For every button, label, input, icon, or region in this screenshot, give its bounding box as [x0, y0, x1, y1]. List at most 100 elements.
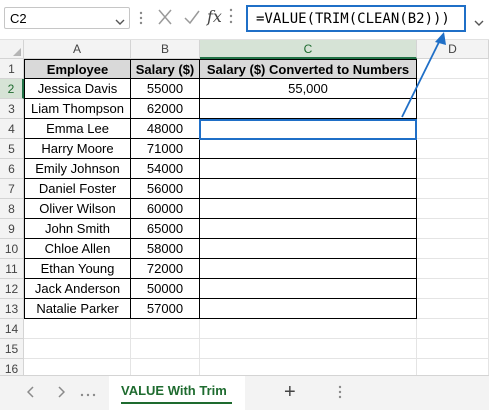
row-header[interactable]: 14: [0, 319, 24, 339]
table-cell[interactable]: Natalie Parker: [24, 299, 131, 319]
empty-cell[interactable]: [417, 339, 489, 359]
empty-cell[interactable]: [417, 99, 489, 119]
empty-cell[interactable]: [417, 119, 489, 139]
chevron-down-icon[interactable]: [115, 13, 125, 31]
empty-cell[interactable]: [417, 199, 489, 219]
table-cell[interactable]: [200, 159, 417, 179]
column-header-a[interactable]: A: [24, 40, 131, 59]
empty-cell[interactable]: [417, 139, 489, 159]
empty-cell[interactable]: [131, 339, 200, 359]
table-cell[interactable]: 58000: [131, 239, 200, 259]
table-cell[interactable]: Liam Thompson: [24, 99, 131, 119]
table-cell[interactable]: Daniel Foster: [24, 179, 131, 199]
insert-function-icon[interactable]: fx: [207, 7, 222, 26]
row-header[interactable]: 1: [0, 59, 24, 79]
table-cell[interactable]: [200, 199, 417, 219]
sheet-tab-bar: VALUE With Trim +: [0, 375, 489, 410]
cancel-icon[interactable]: [157, 8, 173, 31]
table-cell[interactable]: 55,000: [200, 79, 417, 99]
sheet-tab-label: VALUE With Trim: [121, 383, 227, 398]
table-cell[interactable]: 71000: [131, 139, 200, 159]
table-cell[interactable]: [200, 119, 417, 139]
empty-cell[interactable]: [417, 79, 489, 99]
table-cell[interactable]: [200, 99, 417, 119]
table-cell[interactable]: 62000: [131, 99, 200, 119]
table-cell[interactable]: 60000: [131, 199, 200, 219]
enter-check-icon[interactable]: [183, 8, 201, 31]
row-header[interactable]: 3: [0, 99, 24, 119]
empty-cell[interactable]: [417, 59, 489, 79]
row-header[interactable]: 4: [0, 119, 24, 139]
table-cell[interactable]: [200, 299, 417, 319]
column-header-b[interactable]: B: [131, 40, 200, 59]
table-header-cell[interactable]: Salary ($): [131, 59, 200, 79]
empty-cell[interactable]: [417, 319, 489, 339]
empty-cell[interactable]: [417, 299, 489, 319]
table-cell[interactable]: [200, 239, 417, 259]
table-cell[interactable]: [200, 179, 417, 199]
row-header[interactable]: 9: [0, 219, 24, 239]
more-horizontal-icon[interactable]: [80, 384, 96, 400]
empty-cell[interactable]: [417, 239, 489, 259]
row-header[interactable]: 6: [0, 159, 24, 179]
table-cell[interactable]: [200, 259, 417, 279]
table-cell[interactable]: 72000: [131, 259, 200, 279]
row-header[interactable]: 5: [0, 139, 24, 159]
row-header[interactable]: 12: [0, 279, 24, 299]
table-header-cell[interactable]: Employee: [24, 59, 131, 79]
table-cell[interactable]: [200, 139, 417, 159]
expand-formula-bar-icon[interactable]: [474, 14, 484, 32]
table-cell[interactable]: 54000: [131, 159, 200, 179]
empty-cell[interactable]: [417, 279, 489, 299]
sheet-tab-active[interactable]: VALUE With Trim: [109, 376, 245, 410]
empty-cell[interactable]: [417, 179, 489, 199]
row-header[interactable]: 7: [0, 179, 24, 199]
empty-cell[interactable]: [131, 319, 200, 339]
add-sheet-button[interactable]: +: [284, 381, 296, 404]
row-header[interactable]: 10: [0, 239, 24, 259]
empty-cell[interactable]: [417, 219, 489, 239]
table-cell[interactable]: [200, 279, 417, 299]
empty-cell[interactable]: [417, 159, 489, 179]
column-header-d[interactable]: D: [417, 40, 489, 59]
table-cell[interactable]: Jessica Davis: [24, 79, 131, 99]
row-header[interactable]: 15: [0, 339, 24, 359]
empty-cell[interactable]: [24, 339, 131, 359]
empty-cell[interactable]: [200, 339, 417, 359]
empty-cell[interactable]: [417, 259, 489, 279]
table-cell[interactable]: Harry Moore: [24, 139, 131, 159]
chevron-left-icon[interactable]: [26, 385, 35, 401]
table-cell[interactable]: Emily Johnson: [24, 159, 131, 179]
more-vertical-icon: [338, 384, 342, 403]
row-header[interactable]: 13: [0, 299, 24, 319]
select-all-icon: [13, 48, 21, 56]
table-header-cell[interactable]: Salary ($) Converted to Numbers: [200, 59, 417, 79]
table-cell[interactable]: 50000: [131, 279, 200, 299]
more-vertical-icon: [229, 7, 233, 30]
table-cell[interactable]: Chloe Allen: [24, 239, 131, 259]
row-header[interactable]: 2: [0, 79, 24, 99]
select-all-button[interactable]: [0, 40, 24, 59]
row-header[interactable]: 8: [0, 199, 24, 219]
table-cell[interactable]: Jack Anderson: [24, 279, 131, 299]
table-cell[interactable]: John Smith: [24, 219, 131, 239]
formula-bar: C2 fx =VALUE(TRIM(CLEAN(B2))): [0, 0, 489, 40]
formula-input[interactable]: =VALUE(TRIM(CLEAN(B2))): [246, 5, 466, 32]
column-header-c[interactable]: C: [200, 40, 417, 59]
table-cell[interactable]: 48000: [131, 119, 200, 139]
table-cell[interactable]: Oliver Wilson: [24, 199, 131, 219]
empty-cell[interactable]: [24, 319, 131, 339]
table-cell[interactable]: Ethan Young: [24, 259, 131, 279]
chevron-right-icon[interactable]: [57, 385, 66, 401]
table-cell[interactable]: [200, 219, 417, 239]
table-cell[interactable]: 55000: [131, 79, 200, 99]
name-box-value: C2: [10, 11, 27, 26]
table-cell[interactable]: 57000: [131, 299, 200, 319]
formula-text: =VALUE(TRIM(CLEAN(B2))): [256, 11, 450, 27]
table-cell[interactable]: 56000: [131, 179, 200, 199]
name-box[interactable]: C2: [4, 7, 130, 29]
empty-cell[interactable]: [200, 319, 417, 339]
table-cell[interactable]: Emma Lee: [24, 119, 131, 139]
table-cell[interactable]: 65000: [131, 219, 200, 239]
row-header[interactable]: 11: [0, 259, 24, 279]
